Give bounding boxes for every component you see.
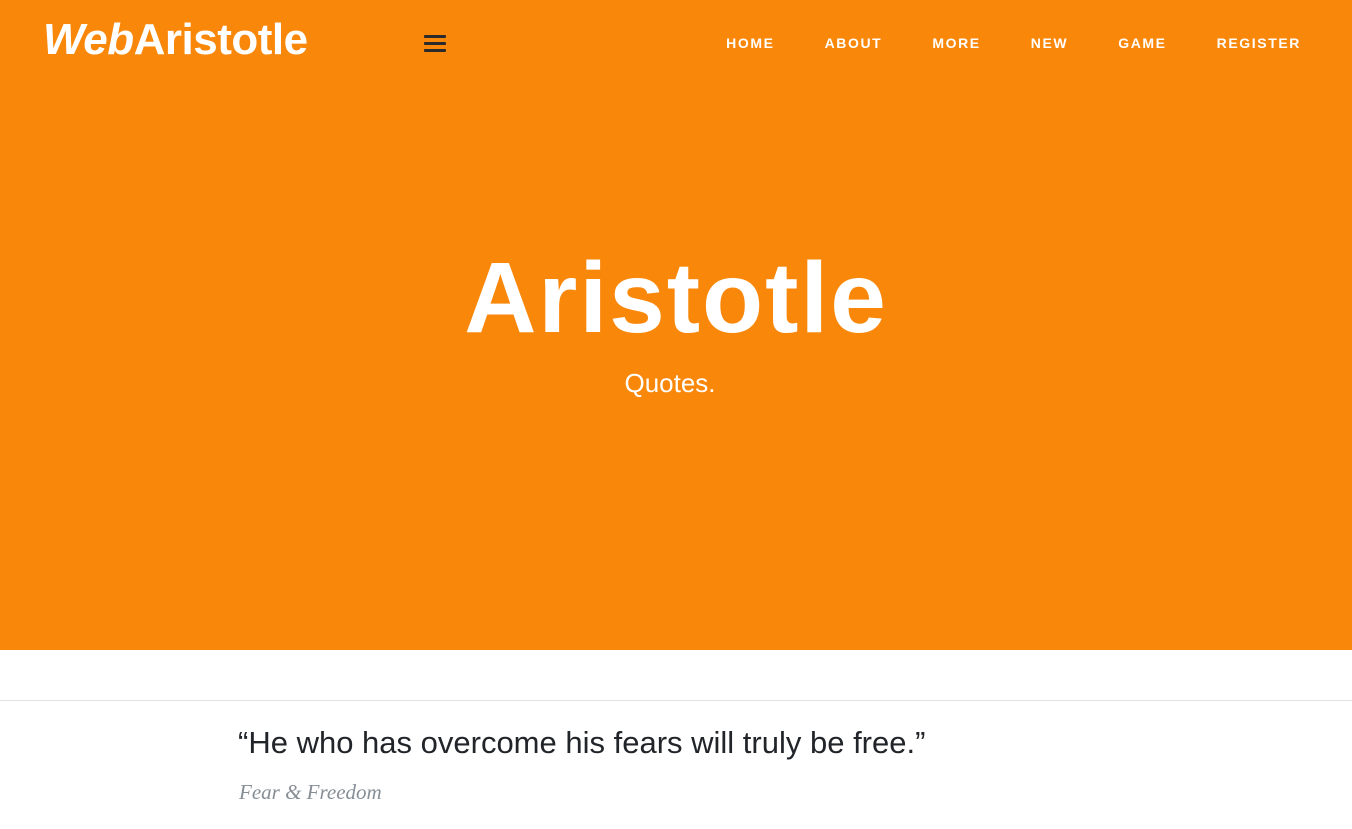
quote-text[interactable]: “He who has overcome his fears will trul… [238, 723, 925, 763]
nav-game-link[interactable]: GAME [1118, 34, 1166, 52]
main-nav: HOME ABOUT MORE NEW GAME REGISTER [676, 34, 1301, 52]
hero-title: Aristotle [464, 242, 888, 354]
brand-aristotle-text: Aristotle [133, 15, 308, 64]
hero-banner: WebAristotle HOME ABOUT MORE NEW GAME RE… [0, 0, 1352, 650]
nav-about-link[interactable]: ABOUT [825, 34, 883, 52]
brand-web-text: Web [43, 15, 134, 64]
nav-home-link[interactable]: HOME [726, 34, 774, 52]
nav-new-link[interactable]: NEW [1031, 34, 1068, 52]
hero-subtitle: Quotes. [624, 368, 716, 398]
site-logo[interactable]: WebAristotle [43, 12, 308, 68]
quote-tag: Fear & Freedom [239, 780, 382, 804]
section-divider [0, 700, 1352, 701]
hamburger-line [424, 49, 446, 52]
hamburger-menu-icon[interactable] [424, 33, 446, 53]
nav-register-link[interactable]: REGISTER [1217, 34, 1301, 52]
nav-more-link[interactable]: MORE [932, 34, 980, 52]
hamburger-line [424, 42, 446, 45]
hamburger-line [424, 35, 446, 38]
